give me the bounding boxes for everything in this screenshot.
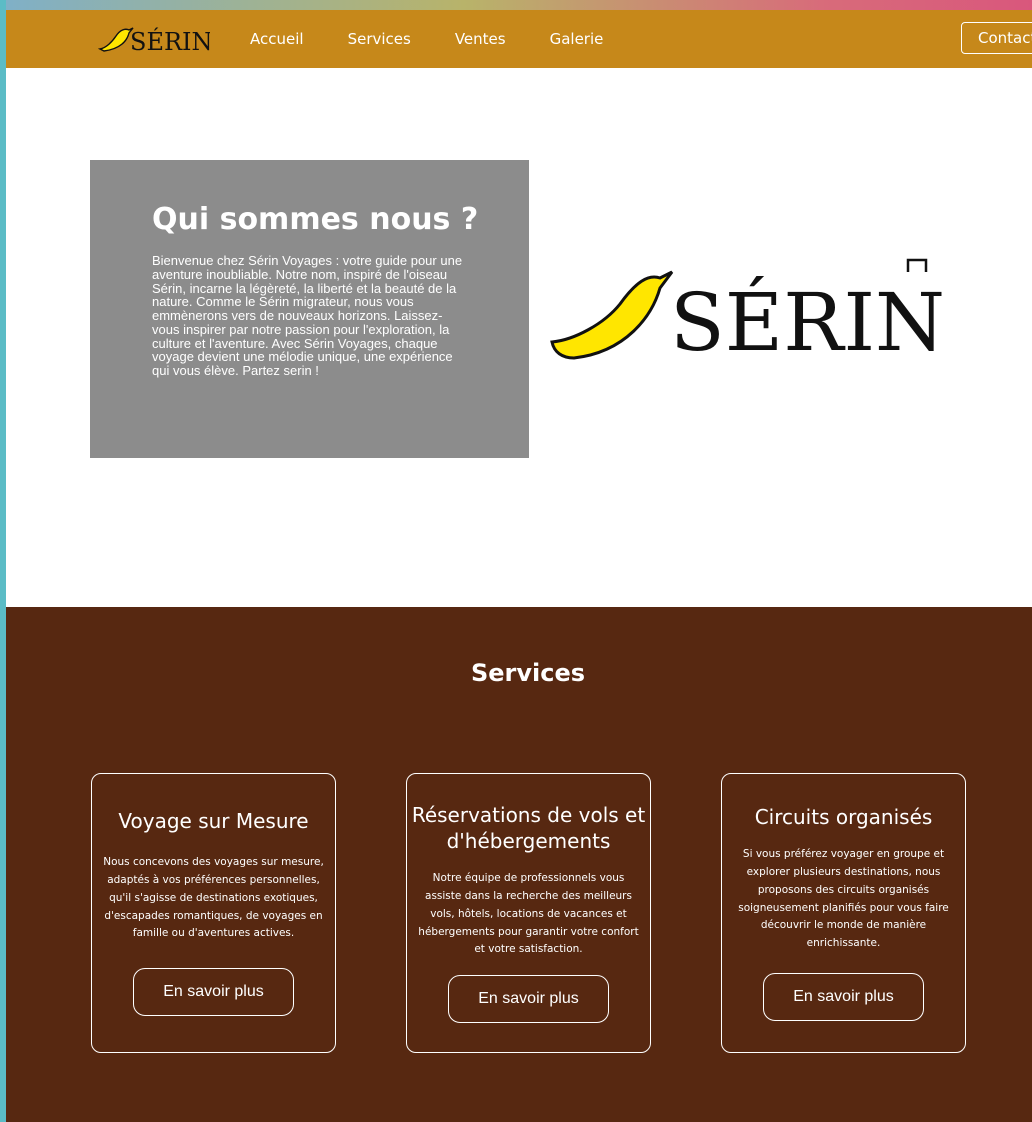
nav-link-accueil[interactable]: Accueil [250,30,304,48]
brand-logo[interactable]: SÉRIN [98,22,210,56]
service-card-text: Nous concevons des voyages sur mesure, a… [103,856,324,940]
service-card-text: Si vous préférez voyager en groupe et ex… [738,848,949,950]
nav-link-ventes[interactable]: Ventes [455,30,506,48]
services-title: Services [470,659,586,687]
navbar: SÉRIN Accueil Services Ventes Galerie Co… [6,10,1032,68]
services-section: Services Voyage sur Mesure Nous concevon… [6,607,1032,1122]
learn-more-button[interactable]: En savoir plus [448,975,609,1023]
service-card-title: Réservations de vols et d'hébergements [411,803,646,853]
hero-wordmark: SÉRIN [670,275,945,364]
service-card-circuits: Circuits organisés Si vous préférez voya… [721,773,966,1053]
window-top-border [0,0,1032,10]
nav-link-galerie[interactable]: Galerie [550,30,604,48]
service-card-title: Circuits organisés [754,805,933,829]
about-section: Qui sommes nous ? Bienvenue chez Sérin V… [90,160,529,458]
service-card-text: Notre équipe de professionnels vous assi… [418,872,639,956]
main-nav: Accueil Services Ventes Galerie [250,10,647,68]
service-card-sur-mesure: Voyage sur Mesure Nous concevons des voy… [91,773,336,1053]
service-card-title: Voyage sur Mesure [118,809,309,833]
hat-mark-icon [906,258,928,272]
learn-more-button[interactable]: En savoir plus [133,968,294,1016]
about-title: Qui sommes nous ? [152,202,479,237]
hero-bird-icon [550,270,674,360]
brand-wordmark: SÉRIN [130,27,210,56]
bird-icon [98,27,134,52]
nav-link-services[interactable]: Services [348,30,411,48]
contact-button[interactable]: Contact [961,22,1032,54]
service-card-reservations: Réservations de vols et d'hébergements N… [406,773,651,1053]
about-text: Bienvenue chez Sérin Voyages : votre gui… [152,253,463,379]
hero-logo: SÉRIN [550,258,945,364]
learn-more-button[interactable]: En savoir plus [763,973,924,1021]
